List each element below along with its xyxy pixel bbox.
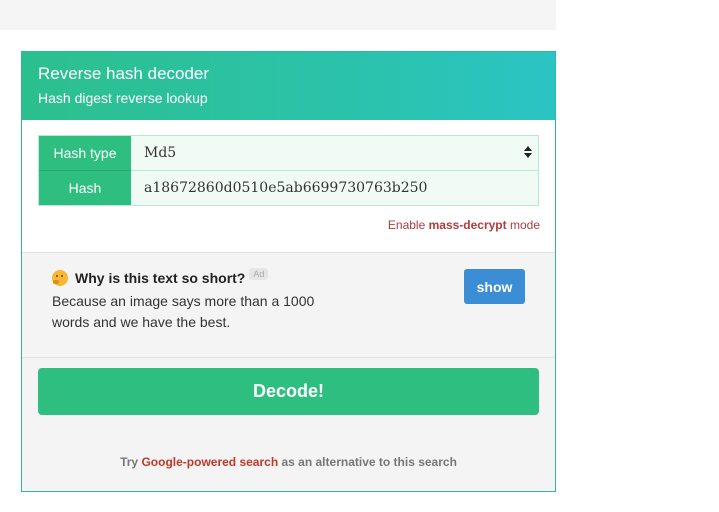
panel-subtitle: Hash digest reverse lookup [38,90,208,106]
decode-button[interactable]: Decode! [38,368,539,415]
hash-row: Hash a18672860d0510e5ab6699730763b250 [39,170,538,205]
mass-decrypt-prefix: Enable [387,218,429,232]
ad-area: Why is this text so short? Ad Because an… [22,253,555,358]
select-arrows-icon [524,145,532,159]
mass-decrypt-toggle: Enable mass-decrypt mode [388,218,540,232]
hash-label: Hash [39,170,131,205]
hash-type-select[interactable]: Md5 [131,136,538,170]
top-strip [0,0,556,30]
alternative-suffix: as an alternative to this search [278,455,457,469]
ad-badge: Ad [249,268,269,280]
hash-type-value: Md5 [144,145,177,161]
ad-body: Because an image says more than a 1000 w… [52,293,315,330]
hash-input-value: a18672860d0510e5ab6699730763b250 [144,180,428,196]
panel-title: Reverse hash decoder [38,64,210,83]
form-area: Hash type Md5 Hash a18672860d0510e5ab669… [22,120,555,253]
google-search-link[interactable]: Google-powered search [141,455,278,469]
hash-form: Hash type Md5 Hash a18672860d0510e5ab669… [38,135,539,206]
alternative-search: Try Google-powered search as an alternat… [22,455,555,469]
thinking-face-icon [52,270,68,286]
panel-header: Reverse hash decoder Hash digest reverse… [22,52,555,120]
show-button[interactable]: show [464,269,525,304]
ad-title-text: Why is this text so short? [75,270,246,286]
alternative-prefix: Try [120,455,142,469]
decoder-panel: Reverse hash decoder Hash digest reverse… [21,51,556,492]
hash-type-label: Hash type [39,136,131,170]
hash-type-row: Hash type Md5 [39,136,538,170]
ad-title: Why is this text so short? Ad [52,268,269,286]
mass-decrypt-suffix: mode [506,218,540,232]
hash-input[interactable]: a18672860d0510e5ab6699730763b250 [131,171,538,205]
mass-decrypt-link[interactable]: mass-decrypt [429,218,507,232]
